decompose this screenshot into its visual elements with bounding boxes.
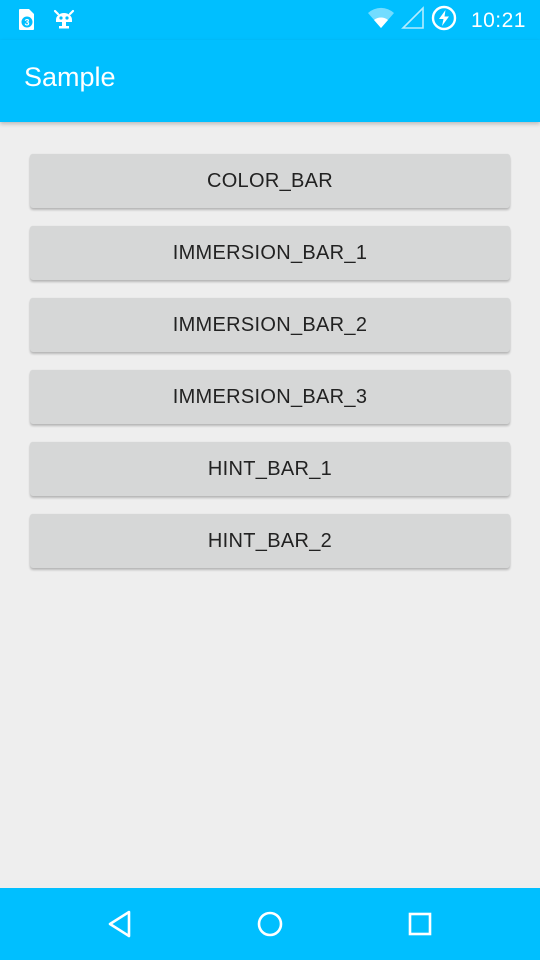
home-icon <box>257 911 283 937</box>
button-list: COLOR_BAR IMMERSION_BAR_1 IMMERSION_BAR_… <box>30 154 510 586</box>
navigation-bar <box>0 888 540 960</box>
immersion-bar-1-button[interactable]: IMMERSION_BAR_1 <box>30 226 510 280</box>
sim-notification-icon: 3 <box>16 6 38 37</box>
status-notifications: 3 <box>16 6 76 37</box>
home-button[interactable] <box>252 906 288 942</box>
immersion-bar-2-button[interactable]: IMMERSION_BAR_2 <box>30 298 510 352</box>
status-indicators: 10:21 <box>367 5 526 36</box>
back-icon <box>108 910 131 938</box>
battery-charging-icon <box>431 5 457 36</box>
cell-signal-icon <box>401 6 425 35</box>
hint-bar-1-button[interactable]: HINT_BAR_1 <box>30 442 510 496</box>
app-title: Sample <box>24 62 116 92</box>
notification-badge: 3 <box>24 18 29 28</box>
color-bar-button[interactable]: COLOR_BAR <box>30 154 510 208</box>
back-button[interactable] <box>102 906 138 942</box>
status-bar: 3 10:21 <box>0 0 540 40</box>
android-debug-icon <box>52 7 76 36</box>
wifi-icon <box>367 7 395 34</box>
recents-button[interactable] <box>402 906 438 942</box>
recents-icon <box>408 912 432 936</box>
main-content: COLOR_BAR IMMERSION_BAR_1 IMMERSION_BAR_… <box>0 122 540 888</box>
app-bar: Sample <box>0 40 540 122</box>
screen: 3 10:21 Sample COLOR_BAR IMMERSION_BAR_1… <box>0 0 540 960</box>
hint-bar-2-button[interactable]: HINT_BAR_2 <box>30 514 510 568</box>
status-time: 10:21 <box>470 8 526 32</box>
immersion-bar-3-button[interactable]: IMMERSION_BAR_3 <box>30 370 510 424</box>
